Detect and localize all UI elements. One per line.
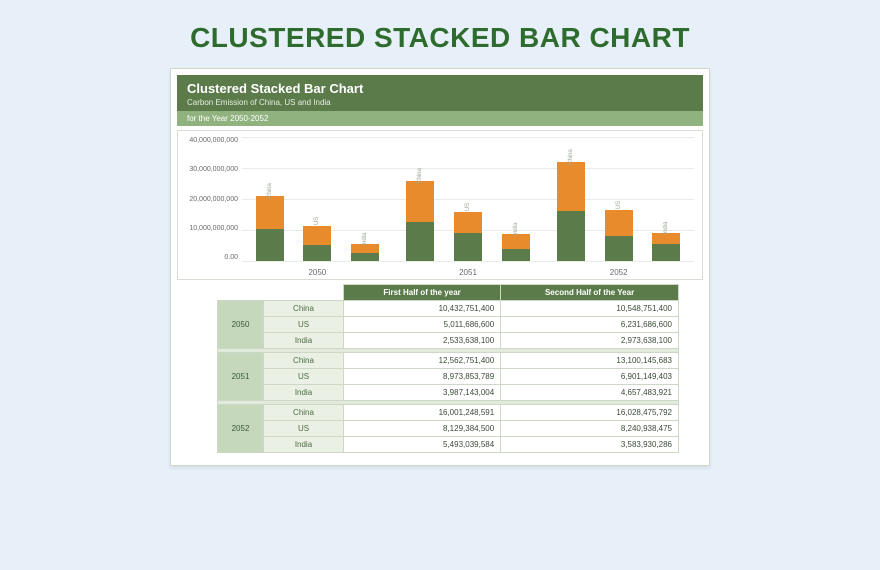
country-cell: India [264, 385, 344, 401]
value-h1: 3,987,143,004 [344, 385, 501, 401]
table-row: 2052China16,001,248,59116,028,475,792 [218, 405, 679, 421]
bar-segment-h2 [652, 233, 680, 244]
bar-segment-h2 [454, 212, 482, 233]
value-h1: 8,129,384,500 [344, 421, 501, 437]
x-tick: 2052 [543, 268, 694, 277]
bar-2051-china: China [406, 181, 434, 261]
bar-label: China [568, 149, 574, 165]
y-tick: 30,000,000,000 [182, 166, 238, 173]
value-h1: 10,432,751,400 [344, 301, 501, 317]
col-header-h1: First Half of the year [344, 285, 501, 301]
bar-segment-h1 [605, 236, 633, 261]
bar-group-2050: China US India [242, 137, 393, 261]
bar-label: US [314, 217, 320, 225]
bar-segment-h2 [406, 181, 434, 222]
value-h2: 6,231,686,600 [501, 317, 679, 333]
bar-segment-h1 [256, 229, 284, 261]
country-cell: China [264, 353, 344, 369]
value-h2: 10,548,751,400 [501, 301, 679, 317]
y-tick: 40,000,000,000 [182, 137, 238, 144]
page-title: CLUSTERED STACKED BAR CHART [0, 0, 880, 68]
bar-segment-h1 [351, 253, 379, 261]
spreadsheet-card: Clustered Stacked Bar Chart Carbon Emiss… [170, 68, 710, 466]
chart-title: Clustered Stacked Bar Chart [187, 81, 693, 96]
country-cell: US [264, 317, 344, 333]
country-cell: China [264, 301, 344, 317]
value-h1: 2,533,638,100 [344, 333, 501, 349]
table-row: 2050China10,432,751,40010,548,751,400 [218, 301, 679, 317]
year-cell: 2052 [218, 405, 264, 453]
year-cell: 2051 [218, 353, 264, 401]
bar-2052-india: India [652, 233, 680, 261]
bar-segment-h2 [502, 234, 530, 248]
bar-label: India [663, 221, 669, 234]
country-cell: India [264, 437, 344, 453]
bar-2050-china: China [256, 196, 284, 261]
country-cell: India [264, 333, 344, 349]
x-tick: 2050 [242, 268, 393, 277]
bar-2050-us: US [303, 226, 331, 261]
bar-label: China [417, 169, 423, 185]
table-row: US8,129,384,5008,240,938,475 [218, 421, 679, 437]
bar-segment-h1 [652, 244, 680, 261]
bar-segment-h1 [557, 211, 585, 261]
value-h2: 3,583,930,286 [501, 437, 679, 453]
table-row: India5,493,039,5843,583,930,286 [218, 437, 679, 453]
bar-segment-h1 [454, 233, 482, 261]
table-row: India3,987,143,0044,657,483,921 [218, 385, 679, 401]
bar-segment-h2 [605, 210, 633, 236]
bar-group-2051: China US India [393, 137, 544, 261]
y-tick: 20,000,000,000 [182, 196, 238, 203]
country-cell: China [264, 405, 344, 421]
value-h2: 16,028,475,792 [501, 405, 679, 421]
bar-label: India [362, 232, 368, 245]
y-tick: 10,000,000,000 [182, 225, 238, 232]
table-row: 2051China12,562,751,40013,100,145,683 [218, 353, 679, 369]
col-header-h2: Second Half of the Year [501, 285, 679, 301]
bar-label: India [513, 223, 519, 236]
value-h1: 16,001,248,591 [344, 405, 501, 421]
bar-segment-h2 [256, 196, 284, 229]
bar-label: US [616, 201, 622, 209]
country-cell: US [264, 369, 344, 385]
bar-segment-h2 [303, 226, 331, 245]
x-axis: 2050 2051 2052 [242, 268, 694, 277]
bar-label: China [267, 183, 273, 199]
bar-label: US [465, 203, 471, 211]
value-h2: 6,901,149,403 [501, 369, 679, 385]
plot-region: China US India China US India China US India [242, 137, 694, 261]
value-h1: 8,973,853,789 [344, 369, 501, 385]
bar-2052-china: China [557, 162, 585, 261]
value-h1: 5,493,039,584 [344, 437, 501, 453]
bar-segment-h1 [406, 222, 434, 261]
value-h2: 8,240,938,475 [501, 421, 679, 437]
value-h2: 13,100,145,683 [501, 353, 679, 369]
data-table: First Half of the year Second Half of th… [177, 284, 703, 459]
chart-subtitle: Carbon Emission of China, US and India [187, 98, 693, 107]
bar-segment-h2 [557, 162, 585, 212]
bar-2050-india: India [351, 244, 379, 261]
bar-segment-h1 [303, 245, 331, 261]
bar-segment-h1 [502, 249, 530, 261]
bar-2051-us: US [454, 212, 482, 261]
y-tick: 0.00 [182, 254, 238, 261]
chart-year-band: for the Year 2050-2052 [177, 111, 703, 126]
bar-2052-us: US [605, 210, 633, 261]
country-cell: US [264, 421, 344, 437]
table-row: India2,533,638,1002,973,638,100 [218, 333, 679, 349]
table-row: US5,011,686,6006,231,686,600 [218, 317, 679, 333]
bar-2051-india: India [502, 234, 530, 261]
value-h2: 2,973,638,100 [501, 333, 679, 349]
chart-area: 40,000,000,000 30,000,000,000 20,000,000… [177, 130, 703, 280]
chart-header: Clustered Stacked Bar Chart Carbon Emiss… [177, 75, 703, 111]
year-cell: 2050 [218, 301, 264, 349]
bar-group-2052: China US India [543, 137, 694, 261]
table-row: US8,973,853,7896,901,149,403 [218, 369, 679, 385]
y-axis: 40,000,000,000 30,000,000,000 20,000,000… [182, 137, 238, 261]
value-h1: 5,011,686,600 [344, 317, 501, 333]
value-h2: 4,657,483,921 [501, 385, 679, 401]
x-tick: 2051 [393, 268, 544, 277]
value-h1: 12,562,751,400 [344, 353, 501, 369]
